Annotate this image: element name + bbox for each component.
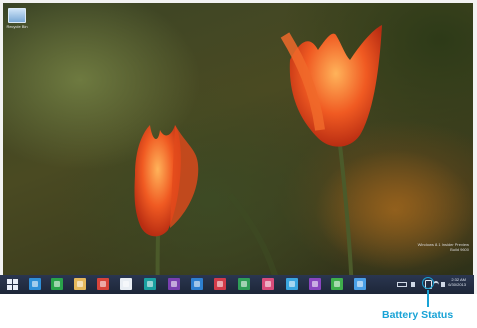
teal-app-icon bbox=[147, 281, 153, 287]
app-pink-taskbar-button[interactable] bbox=[262, 278, 274, 290]
blue-app-icon bbox=[357, 281, 363, 287]
app-blue-taskbar-button[interactable] bbox=[191, 278, 203, 290]
watermark-line2: Build 9600 bbox=[450, 247, 469, 252]
app-green-taskbar-button[interactable] bbox=[238, 278, 250, 290]
wallpaper-tulips bbox=[134, 25, 475, 294]
battery-status-callout: Battery Status bbox=[382, 309, 454, 321]
taskbar-clock[interactable]: 2:32 AM 6/30/2013 bbox=[448, 277, 466, 287]
document-icon bbox=[123, 281, 129, 287]
store-taskbar-button[interactable] bbox=[51, 278, 63, 290]
violet-app-icon bbox=[312, 281, 318, 287]
recycle-bin-icon[interactable]: Recycle Bin bbox=[6, 8, 28, 29]
callout-line bbox=[427, 290, 429, 307]
purple-app-icon bbox=[171, 281, 177, 287]
app-green2-taskbar-button[interactable] bbox=[331, 278, 343, 290]
app-teal-taskbar-button[interactable] bbox=[144, 278, 156, 290]
red-app-icon bbox=[100, 281, 106, 287]
app-lightblue-taskbar-button[interactable] bbox=[354, 278, 366, 290]
start-button[interactable] bbox=[7, 279, 18, 290]
windows-watermark: Windows 8.1 Insider Preview Build 9600 bbox=[418, 242, 469, 252]
cloud-icon bbox=[289, 281, 295, 287]
taskbar: 2:32 AM 6/30/2013 bbox=[0, 275, 474, 294]
desktop-screen: Recycle Bin Windows 8.1 Insider Preview … bbox=[0, 0, 477, 294]
ie-icon bbox=[32, 281, 38, 287]
app-cloud-taskbar-button[interactable] bbox=[286, 278, 298, 290]
app-violet-taskbar-button[interactable] bbox=[309, 278, 321, 290]
recycle-bin-label: Recycle Bin bbox=[6, 24, 28, 29]
pink-app-icon bbox=[265, 281, 271, 287]
app-purple-taskbar-button[interactable] bbox=[168, 278, 180, 290]
volume-icon[interactable] bbox=[441, 282, 445, 287]
folder-icon bbox=[77, 281, 83, 287]
store-icon bbox=[54, 281, 60, 287]
flag-icon[interactable] bbox=[411, 282, 415, 287]
green-app-icon bbox=[241, 281, 247, 287]
keyboard-icon[interactable] bbox=[397, 282, 407, 287]
clock-date: 6/30/2013 bbox=[448, 282, 466, 287]
file-explorer-taskbar-button[interactable] bbox=[74, 278, 86, 290]
green-app-icon bbox=[334, 281, 340, 287]
app-document-taskbar-button[interactable] bbox=[120, 278, 132, 290]
blue-app-icon bbox=[194, 281, 200, 287]
app-red2-taskbar-button[interactable] bbox=[214, 278, 226, 290]
battery-highlight-ring bbox=[422, 277, 434, 289]
recycle-bin-glyph-icon bbox=[8, 8, 26, 23]
red-app-icon bbox=[217, 281, 223, 287]
app-red-taskbar-button[interactable] bbox=[97, 278, 109, 290]
internet-explorer-taskbar-button[interactable] bbox=[29, 278, 41, 290]
